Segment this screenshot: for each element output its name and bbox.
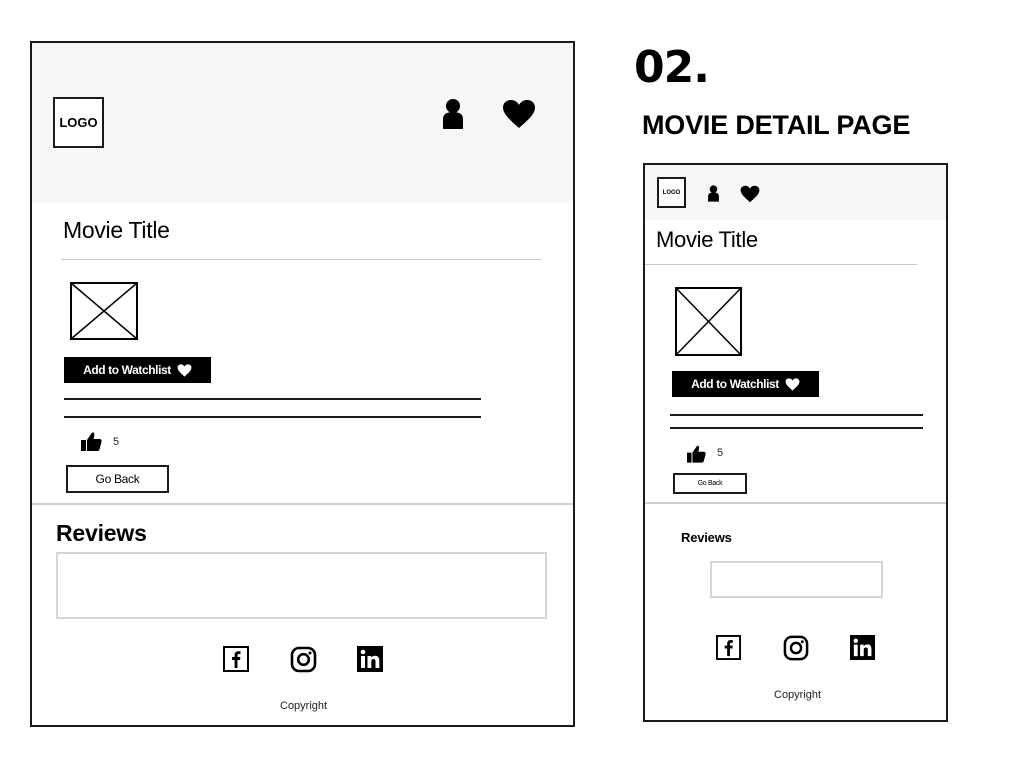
linkedin-icon[interactable] <box>850 635 875 660</box>
large-section-divider <box>32 503 573 505</box>
small-header <box>645 165 946 220</box>
small-movie-title: Movie Title <box>656 227 758 252</box>
watchlist-label: Add to Watchlist <box>691 377 779 391</box>
small-logo-text: LOGO <box>662 189 681 196</box>
small-title-divider <box>645 264 917 265</box>
small-text-line-1 <box>670 414 923 416</box>
watchlist-label: Add to Watchlist <box>83 363 171 377</box>
large-likes-count: 5 <box>113 436 120 448</box>
wireframe-large: LOGO Movie Title Add to Watchlist 5 Go B… <box>30 41 575 727</box>
add-to-watchlist-button[interactable]: Add to Watchlist <box>64 357 211 383</box>
large-reviews-heading: Reviews <box>56 520 147 546</box>
large-go-back-button[interactable]: Go Back <box>66 465 169 493</box>
large-review-box[interactable] <box>56 552 547 619</box>
large-logo[interactable]: LOGO <box>53 97 104 148</box>
large-title-divider <box>61 259 541 260</box>
wireframe-small: LOGO Movie Title Add to Watchlist 5 Go B… <box>643 163 948 722</box>
large-header <box>32 43 573 203</box>
image-placeholder-icon <box>675 287 742 356</box>
large-movie-title: Movie Title <box>63 217 170 243</box>
user-icon[interactable] <box>441 98 465 130</box>
thumbs-up-icon[interactable] <box>81 432 102 451</box>
instagram-icon[interactable] <box>783 635 809 661</box>
heart-icon[interactable] <box>740 185 760 203</box>
small-go-back-label: Go Back <box>697 480 723 487</box>
large-text-line-1 <box>64 398 481 400</box>
small-copyright: Copyright <box>774 689 822 701</box>
small-text-line-2 <box>670 427 923 429</box>
heart-icon[interactable] <box>502 99 536 129</box>
section-number: 02. <box>634 42 710 93</box>
large-go-back-label: Go Back <box>95 472 140 486</box>
facebook-icon[interactable] <box>223 646 249 672</box>
add-to-watchlist-button[interactable]: Add to Watchlist <box>672 371 819 397</box>
large-copyright: Copyright <box>280 700 328 712</box>
small-logo[interactable]: LOGO <box>657 177 686 208</box>
heart-icon <box>177 363 192 377</box>
instagram-icon[interactable] <box>290 646 317 673</box>
heart-icon <box>785 377 800 391</box>
small-reviews-heading: Reviews <box>681 530 732 545</box>
user-icon[interactable] <box>707 183 720 204</box>
thumbs-up-icon[interactable] <box>687 445 706 463</box>
large-text-line-2 <box>64 416 481 418</box>
facebook-icon[interactable] <box>716 635 741 660</box>
small-go-back-button[interactable]: Go Back <box>673 473 747 494</box>
large-logo-text: LOGO <box>59 115 98 130</box>
small-likes-count: 5 <box>717 447 724 459</box>
section-title: MOVIE DETAIL PAGE <box>642 110 911 140</box>
small-section-divider <box>645 502 946 504</box>
image-placeholder-icon <box>70 282 138 340</box>
linkedin-icon[interactable] <box>357 646 383 672</box>
small-review-box[interactable] <box>710 561 883 598</box>
